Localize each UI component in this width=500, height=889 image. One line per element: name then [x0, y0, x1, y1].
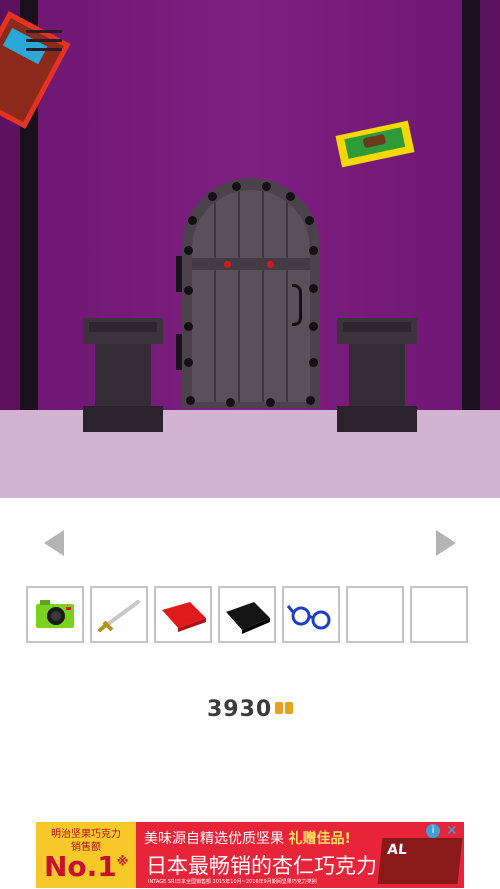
door-stud — [286, 192, 295, 201]
ad-rank: No.1※ — [44, 850, 129, 883]
door-hinge-top — [176, 256, 182, 292]
door-stud — [188, 216, 197, 225]
inventory-slot-6[interactable] — [346, 586, 404, 643]
door-stud — [184, 358, 193, 367]
camera-icon — [36, 600, 74, 628]
game-logo: 3930 — [205, 694, 297, 722]
inventory-slot-2[interactable] — [90, 586, 148, 643]
door-stud — [184, 322, 193, 331]
inventory-slot-3[interactable] — [154, 586, 212, 643]
menu-icon[interactable] — [26, 30, 62, 58]
door-stud — [309, 358, 318, 367]
door-stud — [266, 398, 275, 407]
black-book-icon — [226, 602, 270, 634]
ad-left-panel: 明治坚果巧克力 销售额 No.1※ — [36, 822, 136, 888]
ad-banner[interactable]: 明治坚果巧克力 销售额 No.1※ 美味源自精选优质坚果 礼赠佳品! 日本最畅销… — [36, 822, 464, 888]
game-logo-text: 3930 — [207, 697, 272, 720]
pillar-right — [462, 0, 480, 410]
door-stud — [305, 216, 314, 225]
inventory-slot-1[interactable] — [26, 586, 84, 643]
door-red-button-right[interactable] — [267, 261, 274, 268]
door-hinge-bottom — [176, 334, 182, 370]
ad-headline: 美味源自精选优质坚果 礼赠佳品! — [144, 831, 351, 847]
ad-tagline: 日本最畅销的杏仁巧克力 — [146, 854, 377, 878]
door-stud — [306, 396, 315, 405]
door-stud — [186, 396, 195, 405]
inventory-slot-7[interactable] — [410, 586, 468, 643]
ad-product-image: AL — [377, 838, 463, 884]
floor — [0, 410, 500, 498]
ad-fine-print: INTAGE SRI日本全国销售额 2015年10月~2016年9月期间坚果巧克… — [148, 879, 317, 885]
game-scene — [0, 0, 500, 498]
sword-icon — [98, 600, 140, 632]
inventory-bar — [26, 586, 468, 643]
side-wall-right — [480, 0, 500, 410]
door-stud — [309, 322, 318, 331]
inventory-slot-5[interactable] — [282, 586, 340, 643]
door-stud — [184, 286, 193, 295]
triangle-left-icon[interactable] — [44, 530, 64, 556]
door-handle[interactable] — [292, 284, 302, 326]
red-book-icon — [162, 602, 206, 632]
door-stud — [184, 246, 193, 255]
glasses-icon — [286, 605, 331, 630]
triangle-right-icon[interactable] — [436, 530, 456, 556]
door-stud — [262, 182, 271, 191]
door-stud — [232, 182, 241, 191]
info-icon[interactable]: i — [426, 824, 440, 838]
door-crossbar — [192, 258, 310, 270]
inventory-slot-4[interactable] — [218, 586, 276, 643]
close-icon[interactable]: ✕ — [446, 823, 458, 839]
door-red-button-left[interactable] — [224, 261, 231, 268]
door-stud — [309, 246, 318, 255]
door-stud — [208, 192, 217, 201]
door-stud — [309, 284, 318, 293]
door-stud — [226, 398, 235, 407]
